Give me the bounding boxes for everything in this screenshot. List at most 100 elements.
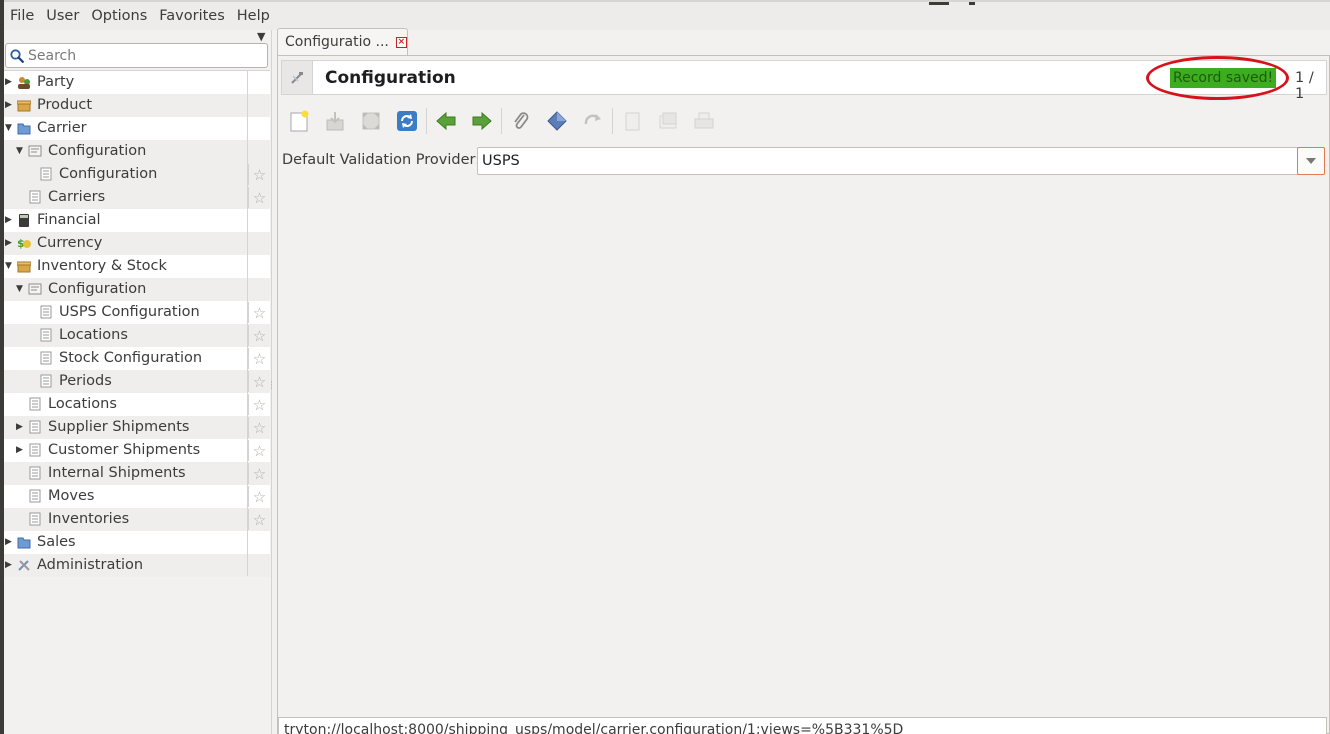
favorite-star-icon[interactable]: ☆ bbox=[248, 486, 270, 507]
expander-expanded-icon[interactable]: ▼ bbox=[16, 284, 26, 294]
form-type-icon bbox=[282, 61, 313, 94]
menu-help[interactable]: Help bbox=[231, 8, 276, 24]
tree-item-label: Configuration bbox=[48, 281, 147, 297]
relate-button[interactable] bbox=[575, 104, 611, 138]
tree-row[interactable]: ▶ Financial bbox=[4, 209, 270, 232]
expander-expanded-icon[interactable]: ▼ bbox=[16, 146, 26, 156]
tree-row[interactable]: ▶ Customer Shipments ☆ bbox=[4, 439, 270, 462]
tree-row[interactable]: ▶ $ Currency bbox=[4, 232, 270, 255]
header-bar: Configuration Record saved! 1 / 1 bbox=[281, 56, 1327, 102]
tree-row[interactable]: ▶ Supplier Shipments ☆ bbox=[4, 416, 270, 439]
tree-item-label: Configuration bbox=[48, 143, 147, 159]
favorite-star-icon[interactable]: ☆ bbox=[248, 348, 270, 369]
report-button[interactable] bbox=[614, 104, 650, 138]
tree-row[interactable]: Moves ☆ bbox=[4, 485, 270, 508]
tree-row[interactable]: ▼ Configuration bbox=[4, 278, 270, 301]
content-panel: Configuration Record saved! 1 / 1 Defaul… bbox=[277, 55, 1330, 734]
tree-row[interactable]: Inventories ☆ bbox=[4, 508, 270, 531]
new-button[interactable] bbox=[281, 104, 317, 138]
favorite-star-icon[interactable]: ☆ bbox=[248, 394, 270, 415]
tree-row[interactable]: Configuration ☆ bbox=[4, 163, 270, 186]
tab-label: Configuratio ... bbox=[285, 34, 389, 50]
tree-row[interactable]: ▶ Party bbox=[4, 71, 270, 94]
favorite-star-icon[interactable]: ☆ bbox=[248, 463, 270, 484]
tree-row[interactable]: USPS Configuration ☆ bbox=[4, 301, 270, 324]
tree-row[interactable]: ▼ Carrier bbox=[4, 117, 270, 140]
favorite-star-icon[interactable]: ☆ bbox=[248, 302, 270, 323]
expander-collapsed-icon[interactable]: ▶ bbox=[5, 560, 15, 570]
default-validation-provider-value: USPS bbox=[482, 153, 520, 169]
tree-item-label: Stock Configuration bbox=[59, 350, 203, 366]
search-input[interactable] bbox=[28, 47, 248, 64]
tree-item-label: USPS Configuration bbox=[59, 304, 200, 320]
tree-row[interactable]: Locations ☆ bbox=[4, 324, 270, 347]
menu-favorites[interactable]: Favorites bbox=[153, 8, 231, 24]
save-button[interactable] bbox=[317, 104, 353, 138]
print-button[interactable] bbox=[686, 104, 722, 138]
expander-collapsed-icon[interactable]: ▶ bbox=[5, 215, 15, 225]
reload-button[interactable] bbox=[389, 104, 425, 138]
tree-item-label: Periods bbox=[59, 373, 112, 389]
list-icon bbox=[29, 420, 41, 434]
menu-options[interactable]: Options bbox=[85, 8, 153, 24]
expander-collapsed-icon[interactable]: ▶ bbox=[16, 422, 26, 432]
email-button[interactable] bbox=[650, 104, 686, 138]
expander-collapsed-icon[interactable]: ▶ bbox=[5, 100, 15, 110]
favorite-star-icon[interactable]: ☆ bbox=[248, 371, 270, 392]
tree-row[interactable]: ▼ Inventory & Stock bbox=[4, 255, 270, 278]
tree-item-label: Sales bbox=[37, 534, 76, 550]
expander-collapsed-icon[interactable]: ▶ bbox=[16, 445, 26, 455]
tree-item-label: Administration bbox=[37, 557, 144, 573]
sidebar-menu-arrow-icon[interactable]: ▼ bbox=[257, 30, 265, 43]
favorite-star-icon[interactable]: ☆ bbox=[248, 509, 270, 530]
favorite-star-icon[interactable]: ☆ bbox=[248, 417, 270, 438]
tree-item-label: Supplier Shipments bbox=[48, 419, 190, 435]
menu-file[interactable]: File bbox=[4, 8, 40, 24]
next-icon bbox=[472, 111, 492, 131]
tree-item-label: Carrier bbox=[37, 120, 87, 136]
expander-collapsed-icon[interactable]: ▶ bbox=[5, 77, 15, 87]
tree-row[interactable]: Carriers ☆ bbox=[4, 186, 270, 209]
menu-user[interactable]: User bbox=[40, 8, 85, 24]
search-box[interactable] bbox=[5, 43, 268, 68]
tree-item-label: Customer Shipments bbox=[48, 442, 201, 458]
tree-item-label: Product bbox=[37, 97, 93, 113]
list-icon bbox=[29, 466, 41, 480]
tree-row[interactable]: ▶ Administration bbox=[4, 554, 270, 577]
box-icon bbox=[17, 261, 31, 273]
expander-collapsed-icon[interactable]: ▶ bbox=[5, 537, 15, 547]
tab-configuration[interactable]: Configuratio ... × bbox=[277, 28, 408, 55]
close-tab-icon[interactable]: × bbox=[395, 36, 407, 48]
relate-icon bbox=[584, 114, 601, 125]
favorite-star-icon[interactable]: ☆ bbox=[248, 164, 270, 185]
url-text[interactable]: tryton://localhost:8000/shipping_usps/mo… bbox=[284, 722, 903, 734]
dropdown-button[interactable] bbox=[1297, 147, 1325, 175]
tree-column-divider bbox=[247, 70, 248, 576]
action-icon bbox=[547, 111, 567, 131]
expander-expanded-icon[interactable]: ▼ bbox=[5, 261, 15, 271]
tree-row[interactable]: ▶ Sales bbox=[4, 531, 270, 554]
tree-row[interactable]: Stock Configuration ☆ bbox=[4, 347, 270, 370]
expander-collapsed-icon[interactable]: ▶ bbox=[5, 238, 15, 248]
previous-button[interactable] bbox=[428, 104, 464, 138]
tree-row[interactable]: Locations ☆ bbox=[4, 393, 270, 416]
tree-row[interactable]: Periods ☆ bbox=[4, 370, 270, 393]
favorite-star-icon[interactable]: ☆ bbox=[248, 440, 270, 461]
pane-grip-icon[interactable]: · · · bbox=[270, 379, 273, 394]
action-button[interactable] bbox=[539, 104, 575, 138]
config-icon bbox=[28, 283, 42, 295]
next-button[interactable] bbox=[464, 104, 500, 138]
attachment-icon bbox=[514, 112, 529, 129]
switch-view-button[interactable] bbox=[353, 104, 389, 138]
attachment-button[interactable] bbox=[503, 104, 539, 138]
default-validation-provider-select[interactable]: USPS bbox=[477, 147, 1325, 175]
tree-row[interactable]: ▶ Product bbox=[4, 94, 270, 117]
email-icon bbox=[659, 112, 677, 129]
favorite-star-icon[interactable]: ☆ bbox=[248, 187, 270, 208]
favorite-star-icon[interactable]: ☆ bbox=[248, 325, 270, 346]
tree-row[interactable]: ▼ Configuration bbox=[4, 140, 270, 163]
tree-row[interactable]: Internal Shipments ☆ bbox=[4, 462, 270, 485]
list-icon bbox=[29, 190, 41, 204]
toolbar-separator bbox=[612, 108, 613, 134]
expander-expanded-icon[interactable]: ▼ bbox=[5, 123, 15, 133]
